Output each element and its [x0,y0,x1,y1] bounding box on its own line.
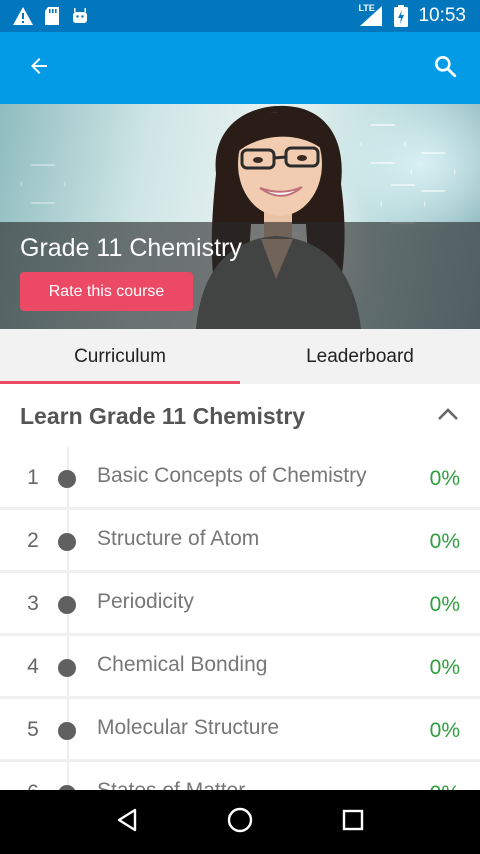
chapter-dot-icon [58,470,76,488]
chapter-progress: 0% [429,656,460,679]
chapter-dot-icon [58,722,76,740]
chevron-up-icon [437,407,459,426]
tab-bar: Curriculum Leaderboard [0,329,480,384]
list-item[interactable]: 6 States of Matter 0% [0,762,480,790]
chapter-title: Chemical Bonding [97,653,268,676]
arrow-back-icon [27,54,51,83]
chapter-title: Basic Concepts of Chemistry [97,464,367,487]
status-time: 10:53 [418,5,466,26]
list-item[interactable]: 4 Chemical Bonding 0% [0,636,480,699]
collapse-button[interactable] [434,402,462,430]
chapter-title: States of Matter [97,779,245,790]
back-triangle-icon [114,807,140,838]
search-button[interactable] [428,51,462,85]
network-type-label: LTE [358,3,375,13]
molecule-decoration [20,164,66,204]
status-right-icons: LTE 10:53 [358,3,466,27]
battery-icon [394,5,409,27]
chapter-list: 1 Basic Concepts of Chemistry 0% 2 Struc… [0,447,480,790]
section-title: Learn Grade 11 Chemistry [20,402,306,429]
signal-icon: LTE [358,3,384,27]
android-icon [70,6,90,26]
home-circle-icon [226,806,254,839]
chapter-dot-icon [58,533,76,551]
chapter-progress: 0% [429,719,460,742]
chapter-number: 6 [20,781,46,790]
chapter-progress: 0% [430,782,460,790]
course-hero: Grade 11 Chemistry Rate this course [0,104,480,329]
tab-curriculum[interactable]: Curriculum [0,329,240,384]
rate-course-button[interactable]: Rate this course [20,272,193,311]
nav-back-button[interactable] [107,802,147,842]
chapter-progress: 0% [429,593,460,616]
chapter-number: 1 [27,466,39,489]
status-left-icons [12,6,90,26]
sd-card-icon [44,6,60,26]
back-button[interactable] [22,51,56,85]
list-item[interactable]: 1 Basic Concepts of Chemistry 0% [0,447,480,510]
chapter-dot-icon [58,596,76,614]
course-title: Grade 11 Chemistry [20,234,242,262]
molecule-decoration [410,152,456,192]
nav-recents-button[interactable] [333,802,373,842]
search-icon [432,53,458,84]
chapter-title: Structure of Atom [97,527,260,550]
chapter-title: Molecular Structure [97,716,280,739]
chapter-dot-icon [58,659,76,677]
molecule-decoration [380,184,426,224]
nav-home-button[interactable] [220,802,260,842]
chapter-progress: 0% [429,467,460,490]
chapter-title: Periodicity [97,590,194,613]
system-nav-bar [0,790,480,854]
list-item[interactable]: 2 Structure of Atom 0% [0,510,480,573]
section-header[interactable]: Learn Grade 11 Chemistry [0,385,480,447]
tab-leaderboard[interactable]: Leaderboard [240,329,480,384]
chapter-number: 5 [27,718,39,741]
chapter-number: 2 [27,529,39,552]
list-item[interactable]: 3 Periodicity 0% [0,573,480,636]
status-bar: LTE 10:53 [0,0,480,32]
list-item[interactable]: 5 Molecular Structure 0% [0,699,480,762]
chapter-number: 3 [27,592,39,615]
chapter-number: 4 [27,655,39,678]
recents-square-icon [341,808,365,837]
warning-icon [12,6,34,26]
chapter-progress: 0% [429,530,460,553]
app-bar [0,32,480,104]
